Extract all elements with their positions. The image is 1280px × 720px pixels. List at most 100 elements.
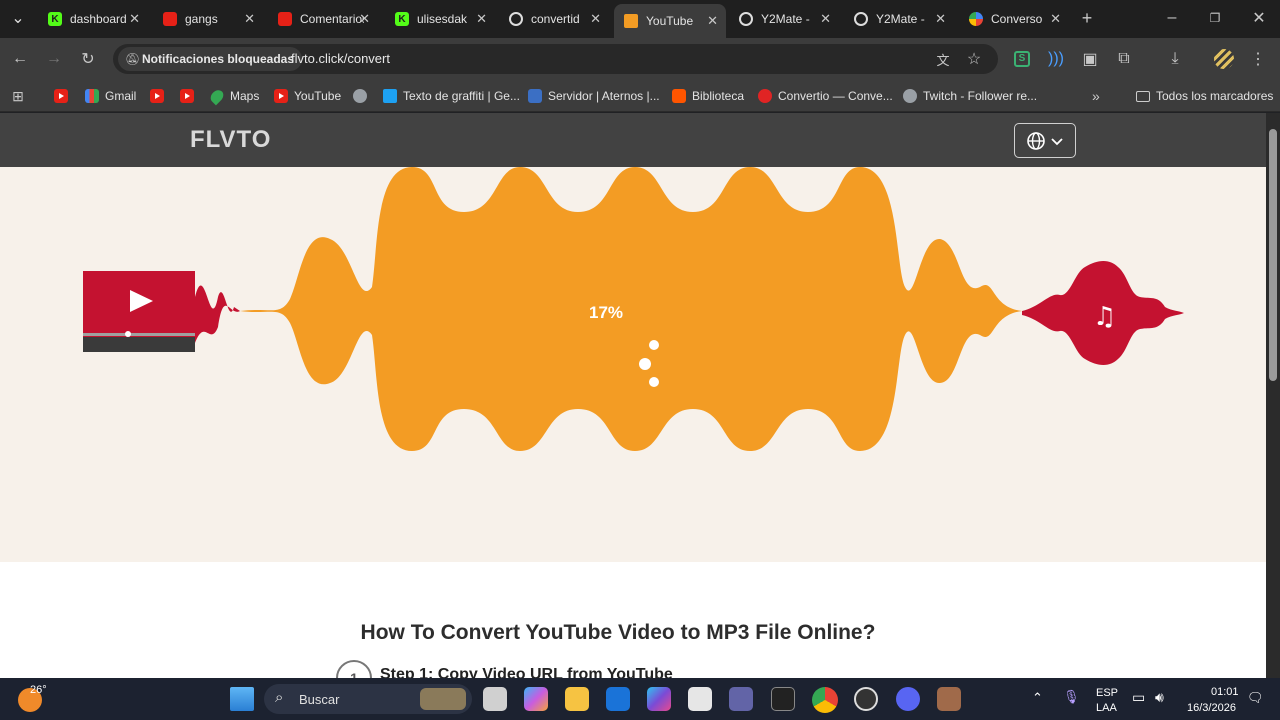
bookmark-youtube[interactable]: YouTube (274, 86, 341, 106)
page-scrollbar[interactable] (1266, 113, 1280, 678)
close-tab-icon[interactable]: ✕ (359, 11, 370, 27)
language-bottom[interactable]: LAA (1096, 702, 1117, 714)
tab-title: YouTube (646, 14, 694, 28)
network-icon[interactable]: ▭ (1132, 689, 1145, 706)
obs-icon[interactable] (854, 687, 878, 711)
address-bar[interactable]: 🔕︎ Notificaciones bloqueadas flvto.click… (113, 44, 998, 74)
translate-icon[interactable]: 文 (933, 49, 953, 69)
download-icon[interactable]: ⤓ (1165, 49, 1185, 69)
tab-title: Comentarios (300, 12, 364, 26)
file-explorer-icon[interactable] (565, 687, 589, 711)
epic-games-icon[interactable] (771, 687, 795, 711)
bookmarks-overflow-icon[interactable]: » (1092, 86, 1100, 106)
globe-icon (353, 89, 367, 103)
youtube-icon (54, 89, 68, 103)
site-info-chip[interactable]: 🔕︎ Notificaciones bloqueadas (118, 47, 303, 71)
clock-time[interactable]: 01:01 (1211, 686, 1239, 698)
tab-strip: ⌄ Kdashboard ✕ gangs ✕ Comentarios ✕ Kulisesda… (0, 0, 1280, 38)
chrome-icon[interactable] (812, 687, 838, 713)
apps-grid-icon[interactable]: ⊞ (8, 86, 28, 106)
site-chip-label: Notificaciones bloqueadas (142, 52, 295, 66)
close-tab-icon[interactable]: ✕ (129, 11, 140, 27)
discord-icon[interactable] (896, 687, 920, 711)
reload-icon[interactable]: ↻ (78, 49, 98, 69)
m365-icon[interactable] (647, 687, 671, 711)
volume-icon[interactable]: 🔊︎ (1155, 689, 1164, 706)
bookmark-youtube-1[interactable] (54, 86, 74, 106)
bookmark-label: Gmail (105, 89, 137, 103)
convertio-icon (758, 89, 772, 103)
flvto-icon (624, 14, 638, 28)
notifications-icon[interactable]: 🗨︎ (1247, 690, 1264, 706)
tab-9[interactable]: Converso ✕ (959, 6, 1069, 32)
taskbar-search[interactable]: ⌕ Buscar (264, 684, 472, 714)
start-icon[interactable] (230, 687, 254, 711)
clock-date[interactable]: 16/3/2026 (1187, 702, 1236, 714)
close-tab-icon[interactable]: ✕ (1050, 11, 1061, 27)
tab-search-icon[interactable]: ⌄ (8, 8, 28, 28)
extension-audio-icon[interactable]: ))) (1046, 49, 1066, 69)
bookmark-maps[interactable]: Maps (208, 86, 259, 106)
language-top[interactable]: ESP (1096, 687, 1118, 699)
tab-4[interactable]: Kulisesdak ✕ (385, 6, 495, 32)
tab-2[interactable]: gangs ✕ (153, 6, 263, 32)
youtube-icon (180, 89, 194, 103)
profile-avatar[interactable] (1214, 49, 1234, 69)
search-icon: ⌕ (275, 689, 284, 706)
bookmark-globe[interactable] (353, 86, 373, 106)
tab-title: convertid (531, 12, 580, 26)
close-tab-icon[interactable]: ✕ (935, 11, 946, 27)
close-tab-icon[interactable]: ✕ (820, 11, 831, 27)
scrollbar-thumb[interactable] (1269, 129, 1277, 381)
microphone-icon[interactable]: 🎙︎ (1063, 689, 1080, 705)
extension-box-icon[interactable]: ▣ (1080, 49, 1100, 69)
task-view-icon[interactable] (483, 687, 507, 711)
conversion-animation: ♫ 17% (83, 167, 1184, 451)
menu-icon[interactable]: ⋮ (1248, 49, 1268, 69)
bookmark-youtube-3[interactable] (180, 86, 200, 106)
close-tab-icon[interactable]: ✕ (590, 11, 601, 27)
tab-6[interactable]: YouTube ✕ (614, 4, 726, 38)
maximize-icon[interactable]: ❐ (1205, 8, 1225, 28)
search-label: Buscar (299, 692, 340, 707)
minimize-icon[interactable]: – (1162, 8, 1182, 28)
close-window-icon[interactable]: ✕ (1249, 8, 1269, 28)
tray-overflow-icon[interactable]: ⌃ (1032, 690, 1043, 706)
tab-5[interactable]: convertid ✕ (499, 6, 609, 32)
extension-s-icon[interactable]: S (1012, 49, 1032, 69)
tab-title: dashboard (70, 12, 127, 26)
store-icon[interactable] (688, 687, 712, 711)
back-icon[interactable]: ← (10, 49, 30, 69)
copilot-icon[interactable] (524, 687, 548, 711)
bookmark-graffiti[interactable]: Texto de graffiti | Ge... (383, 86, 520, 106)
close-tab-icon[interactable]: ✕ (476, 11, 487, 27)
forward-icon[interactable]: → (44, 49, 64, 69)
tab-7[interactable]: Y2Mate - ✕ (729, 6, 839, 32)
globe-icon (903, 89, 917, 103)
browser-toolbar: ← → ↻ 🔕︎ Notificaciones bloqueadas flvto… (0, 38, 1280, 80)
bookmark-gmail[interactable]: Gmail (85, 86, 136, 106)
site-logo[interactable]: FLVTO (190, 126, 271, 154)
language-selector[interactable] (1014, 123, 1076, 158)
tab-8[interactable]: Y2Mate - ✕ (844, 6, 954, 32)
all-bookmarks[interactable]: Todos los marcadores (1136, 86, 1273, 106)
teams-icon[interactable] (729, 687, 753, 711)
url-text[interactable]: flvto.click/convert (291, 51, 390, 66)
game-app-icon[interactable] (937, 687, 961, 711)
close-tab-icon[interactable]: ✕ (707, 13, 718, 29)
bookmark-twitch[interactable]: Twitch - Follower re... (903, 86, 1037, 106)
music-note-icon: ♫ (1093, 302, 1116, 332)
outlook-icon[interactable] (606, 687, 630, 711)
bookmark-youtube-2[interactable] (150, 86, 170, 106)
bookmark-convertio[interactable]: Convertio — Conve... (758, 86, 893, 106)
extensions-puzzle-icon[interactable]: ⧉ (1114, 49, 1134, 69)
bookmark-aternos[interactable]: Servidor | Aternos |... (528, 86, 660, 106)
weather-temp: 26° (30, 684, 47, 696)
bookmark-star-icon[interactable]: ☆ (964, 49, 984, 69)
new-tab-icon[interactable]: + (1077, 8, 1097, 28)
close-tab-icon[interactable]: ✕ (244, 11, 255, 27)
tab-1[interactable]: Kdashboard ✕ (38, 6, 148, 32)
bookmark-biblioteca[interactable]: Biblioteca (672, 86, 744, 106)
search-highlight-image (420, 688, 466, 710)
tab-3[interactable]: Comentarios ✕ (268, 6, 378, 32)
